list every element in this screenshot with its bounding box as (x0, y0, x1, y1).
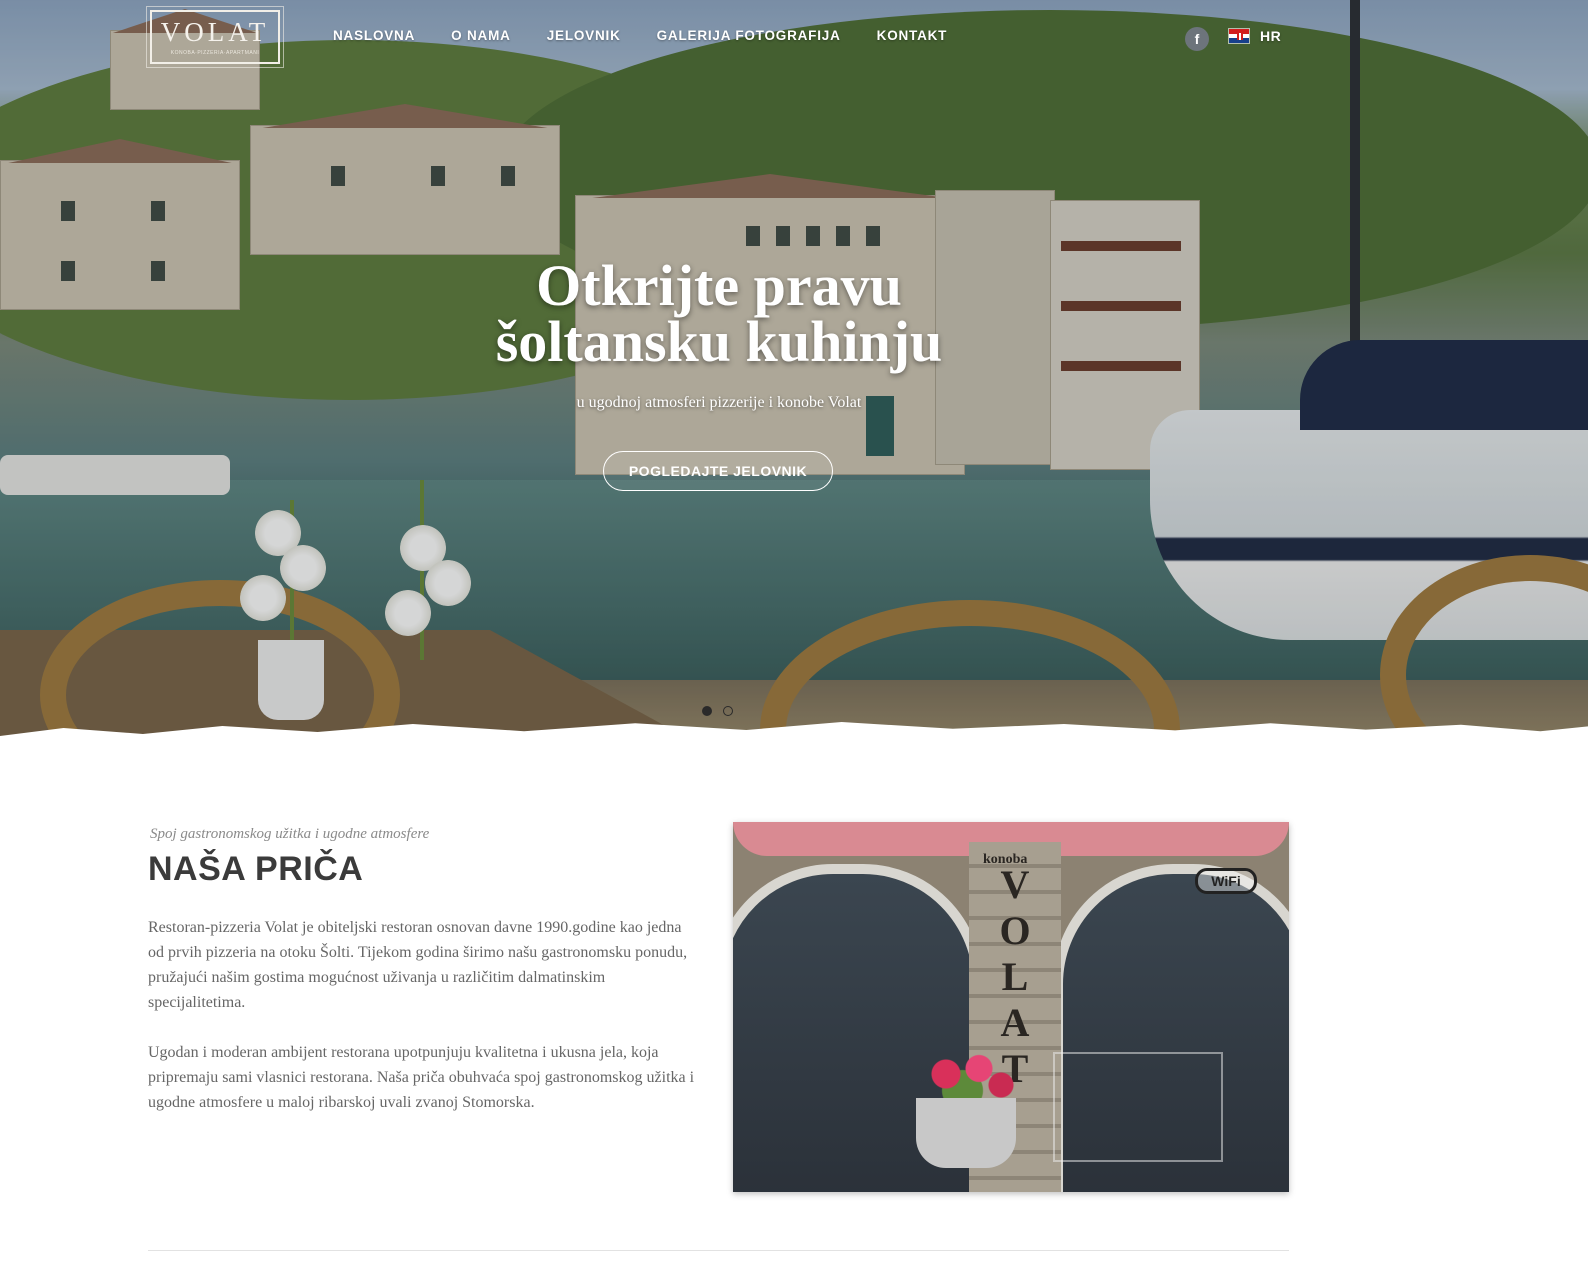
story-paragraph-1: Restoran-pizzeria Volat je obiteljski re… (148, 919, 688, 1011)
logo-name: VOLAT (160, 16, 270, 47)
slider-dots (702, 706, 733, 716)
hero-title-line1: Otkrijte pravu (536, 253, 902, 318)
hero-title: Otkrijte pravu šoltansku kuhinju (0, 253, 1438, 374)
nav-item-galerija[interactable]: GALERIJA FOTOGRAFIJA (657, 28, 841, 43)
site-logo[interactable]: VOLAT KONOBA·PIZZERIA·APARTMANI (146, 6, 284, 68)
slider-dot-1[interactable] (702, 706, 712, 716)
nav-item-kontakt[interactable]: KONTAKT (877, 28, 948, 43)
menu-board (1053, 1052, 1223, 1162)
slider-dot-2[interactable] (723, 706, 733, 716)
story-paragraph-2: Ugodan i moderan ambijent restorana upot… (148, 1044, 695, 1111)
wifi-sign: WiFi (1195, 868, 1257, 894)
language-switcher[interactable]: HR (1228, 28, 1281, 44)
nav-item-o-nama[interactable]: O NAMA (451, 28, 511, 43)
facebook-icon[interactable]: f (1185, 27, 1209, 51)
story-kicker: Spoj gastronomskog užitka i ugodne atmos… (150, 826, 430, 842)
logo-tagline: KONOBA·PIZZERIA·APARTMANI (170, 49, 260, 56)
nav-item-jelovnik[interactable]: JELOVNIK (547, 28, 621, 43)
nav-item-naslovna[interactable]: NASLOVNA (333, 28, 415, 43)
hero-title-line2: šoltansku kuhinju (495, 309, 943, 374)
story-heading: NAŠA PRIČA (148, 850, 364, 888)
section-divider (148, 1250, 1289, 1251)
main-nav: NASLOVNA O NAMA JELOVNIK GALERIJA FOTOGR… (333, 28, 983, 43)
language-code: HR (1260, 28, 1282, 44)
hero-subtitle: u ugodnoj atmosferi pizzerije i konobe V… (576, 394, 862, 411)
croatia-flag-icon (1228, 28, 1250, 44)
view-menu-button[interactable]: POGLEDAJTE JELOVNIK (603, 451, 833, 491)
restaurant-entrance-photo: konoba VOLAT WiFi (733, 822, 1289, 1192)
flower-planter (916, 1098, 1016, 1168)
